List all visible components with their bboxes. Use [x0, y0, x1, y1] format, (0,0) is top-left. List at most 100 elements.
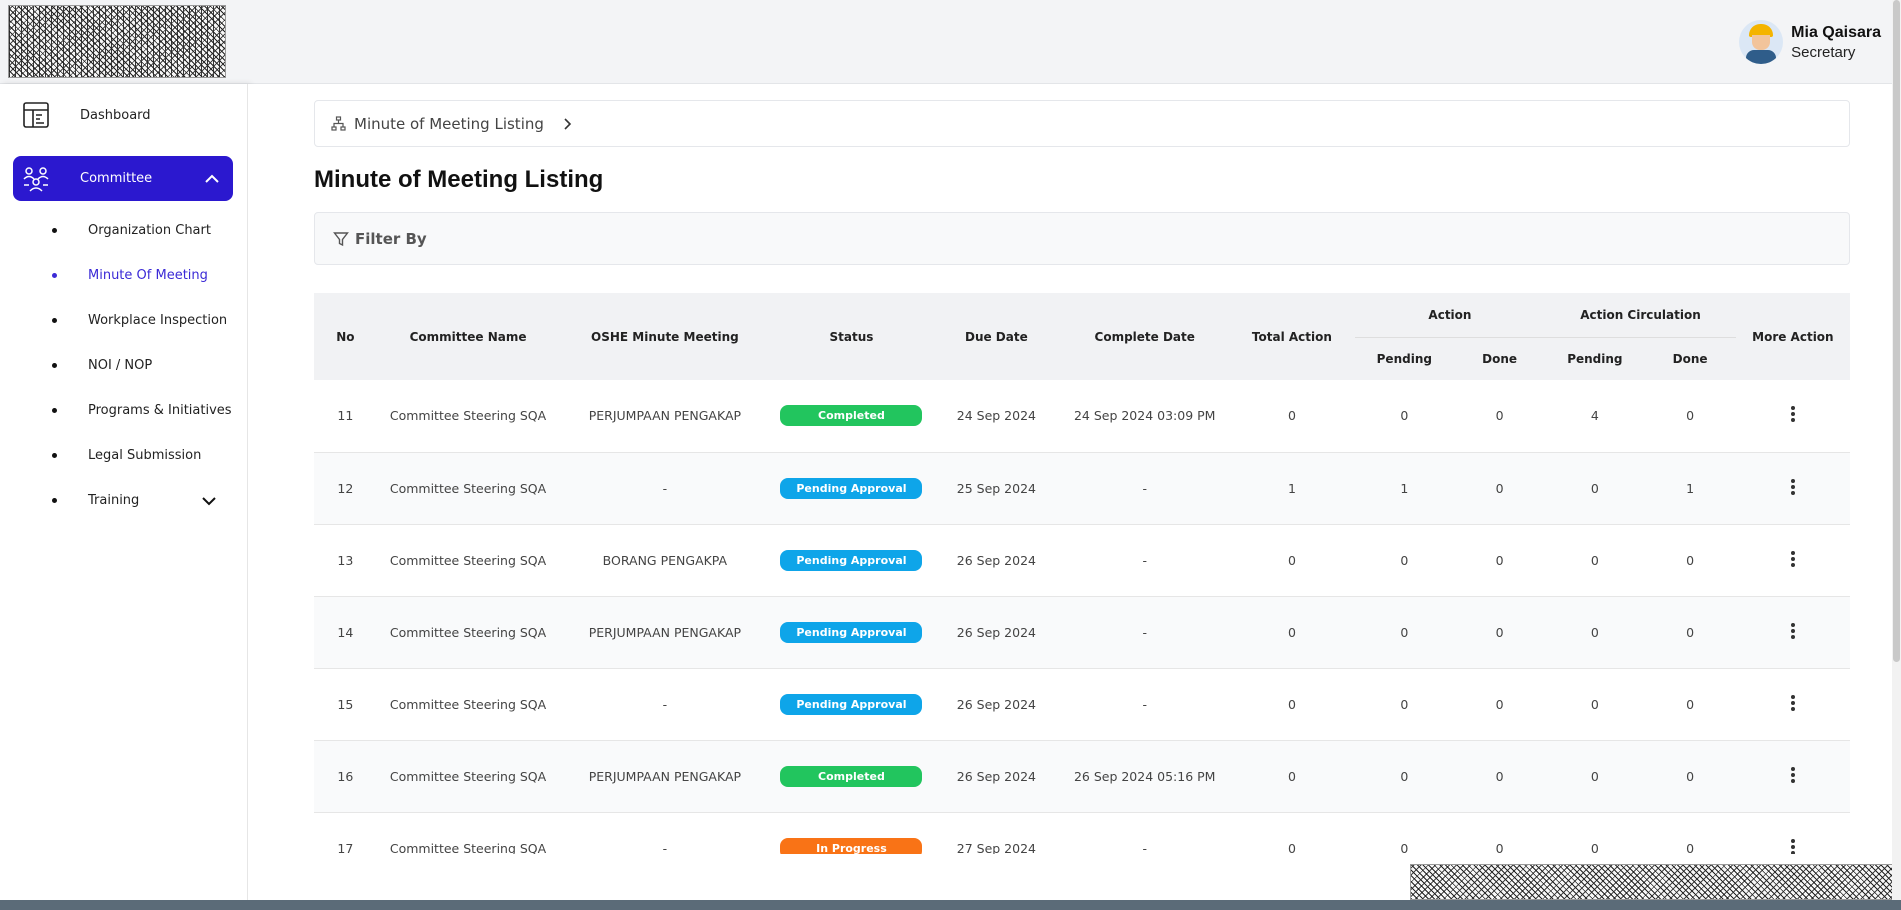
action-pending-cell: 0 [1354, 740, 1454, 813]
oshe-meeting-cell: PERJUMPAAN PENGAKAP [559, 596, 771, 669]
table-body: 11 Committee Steering SQA PERJUMPAAN PENGA… [314, 380, 1850, 854]
user-name: Mia Qaisara [1791, 23, 1881, 41]
company-logo[interactable] [8, 5, 226, 78]
due-date-cell: 26 Sep 2024 [932, 668, 1061, 741]
complete-date-cell: - [1060, 812, 1230, 854]
committee-name-cell: Committee Steering SQA [376, 452, 560, 525]
kebab-menu-icon[interactable] [1783, 693, 1803, 713]
chevron-right-icon [564, 117, 572, 130]
table-row[interactable]: 14 Committee Steering SQA PERJUMPAAN PENGA… [314, 596, 1850, 669]
page-title: Minute of Meeting Listing [314, 166, 604, 193]
taskbar [0, 900, 1901, 910]
dashboard-icon [23, 102, 49, 128]
table-row[interactable]: 12 Committee Steering SQA - Pending Approva… [314, 452, 1850, 525]
total-action-cell: 1 [1229, 452, 1355, 525]
sidebar-item-minute-of-meeting[interactable]: Minute Of Meeting [0, 253, 248, 298]
status-cell: Completed [770, 380, 933, 453]
sidebar-item-organization-chart[interactable]: Organization Chart [0, 208, 248, 253]
sidebar-item-label: Training [88, 493, 140, 508]
action-done-cell: 0 [1453, 452, 1546, 525]
total-action-cell: 0 [1229, 668, 1355, 741]
table-row[interactable]: 15 Committee Steering SQA - Pending Approva… [314, 668, 1850, 741]
row-number: 14 [314, 596, 377, 669]
status-cell: Completed [770, 740, 933, 813]
avatar[interactable] [1739, 20, 1784, 64]
committee-name-cell: Committee Steering SQA [376, 740, 560, 813]
committee-name-cell: Committee Steering SQA [376, 596, 560, 669]
action-pending-cell: 0 [1354, 668, 1454, 741]
table-row[interactable]: 16 Committee Steering SQA PERJUMPAAN PENGA… [314, 740, 1850, 813]
row-number: 13 [314, 524, 377, 597]
bullet-dot [52, 273, 57, 278]
status-badge: Pending Approval [780, 621, 923, 643]
column-header: Due Date [932, 293, 1061, 380]
kebab-menu-icon[interactable] [1783, 404, 1803, 424]
sidebar-item-legal-submission[interactable]: Legal Submission [0, 433, 248, 478]
bullet-dot [52, 453, 57, 458]
column-header: Pending [1354, 337, 1454, 380]
action-pending-cell: 0 [1354, 596, 1454, 669]
minutes-table: No Committee Name OSHE Minute Meeting St… [314, 293, 1850, 854]
scrollbar-thumb[interactable] [1893, 0, 1900, 662]
table-row[interactable]: 13 Committee Steering SQA BORANG PENGAKPA P… [314, 524, 1850, 597]
more-action-cell [1735, 668, 1850, 741]
kebab-menu-icon[interactable] [1783, 837, 1803, 854]
bullet-dot [52, 408, 57, 413]
circulation-pending-cell: 0 [1545, 812, 1645, 854]
kebab-menu-icon[interactable] [1783, 549, 1803, 569]
action-pending-cell: 0 [1354, 524, 1454, 597]
committee-submenu: Organization Chart Minute Of Meeting Wor… [0, 208, 248, 523]
chevron-down-icon[interactable] [200, 492, 218, 510]
total-action-cell: 0 [1229, 812, 1355, 854]
sidebar-item-label: Organization Chart [88, 223, 211, 238]
action-done-cell: 0 [1453, 380, 1546, 453]
sidebar-item-workplace-inspection[interactable]: Workplace Inspection [0, 298, 248, 343]
status-cell: Pending Approval [770, 668, 933, 741]
main-content: Minute of Meeting Listing Minute of Meet… [248, 84, 1894, 854]
status-cell: In Progress [770, 812, 933, 854]
circulation-done-cell: 0 [1644, 740, 1736, 813]
sidebar-item-programs-initiatives[interactable]: Programs & Initiatives [0, 388, 248, 433]
scrollbar[interactable] [1892, 0, 1901, 900]
circulation-done-cell: 0 [1644, 596, 1736, 669]
column-header: No [314, 293, 377, 380]
total-action-cell: 0 [1229, 524, 1355, 597]
chevron-up-icon[interactable] [203, 170, 221, 188]
complete-date-cell: - [1060, 524, 1230, 597]
kebab-menu-icon[interactable] [1783, 765, 1803, 785]
table-row[interactable]: 11 Committee Steering SQA PERJUMPAAN PENGA… [314, 380, 1850, 453]
status-cell: Pending Approval [770, 596, 933, 669]
sidebar-item-noi-nop[interactable]: NOI / NOP [0, 343, 248, 388]
kebab-menu-icon[interactable] [1783, 621, 1803, 641]
circulation-pending-cell: 0 [1545, 524, 1645, 597]
total-action-cell: 0 [1229, 380, 1355, 453]
status-badge: In Progress [780, 837, 923, 854]
kebab-menu-icon[interactable] [1783, 477, 1803, 497]
breadcrumb: Minute of Meeting Listing [314, 100, 1850, 147]
bullet-dot [52, 318, 57, 323]
circulation-done-cell: 0 [1644, 812, 1736, 854]
sidebar-item-committee[interactable]: Committee [13, 156, 233, 201]
user-profile[interactable]: Mia Qaisara Secretary [1739, 16, 1881, 68]
filter-icon [333, 231, 349, 246]
row-number: 17 [314, 812, 377, 854]
total-action-cell: 0 [1229, 740, 1355, 813]
top-bar: Mia Qaisara Secretary [0, 0, 1901, 84]
column-header: Complete Date [1060, 293, 1230, 380]
row-number: 15 [314, 668, 377, 741]
sidebar-item-training[interactable]: Training [0, 478, 248, 523]
due-date-cell: 26 Sep 2024 [932, 596, 1061, 669]
filter-panel[interactable]: Filter By [314, 212, 1850, 265]
total-action-cell: 0 [1229, 596, 1355, 669]
column-group-header: Action [1354, 293, 1546, 338]
bullet-dot [52, 228, 57, 233]
table-row[interactable]: 17 Committee Steering SQA - In Progress 27 S… [314, 812, 1850, 854]
column-header: Pending [1545, 337, 1645, 380]
sidebar-item-label: Dashboard [80, 107, 151, 123]
bullet-dot [52, 498, 57, 503]
breadcrumb-item[interactable]: Minute of Meeting Listing [354, 115, 544, 133]
complete-date-cell: - [1060, 452, 1230, 525]
sidebar-item-dashboard[interactable]: Dashboard [22, 98, 232, 132]
oshe-meeting-cell: BORANG PENGAKPA [559, 524, 771, 597]
status-cell: Pending Approval [770, 524, 933, 597]
